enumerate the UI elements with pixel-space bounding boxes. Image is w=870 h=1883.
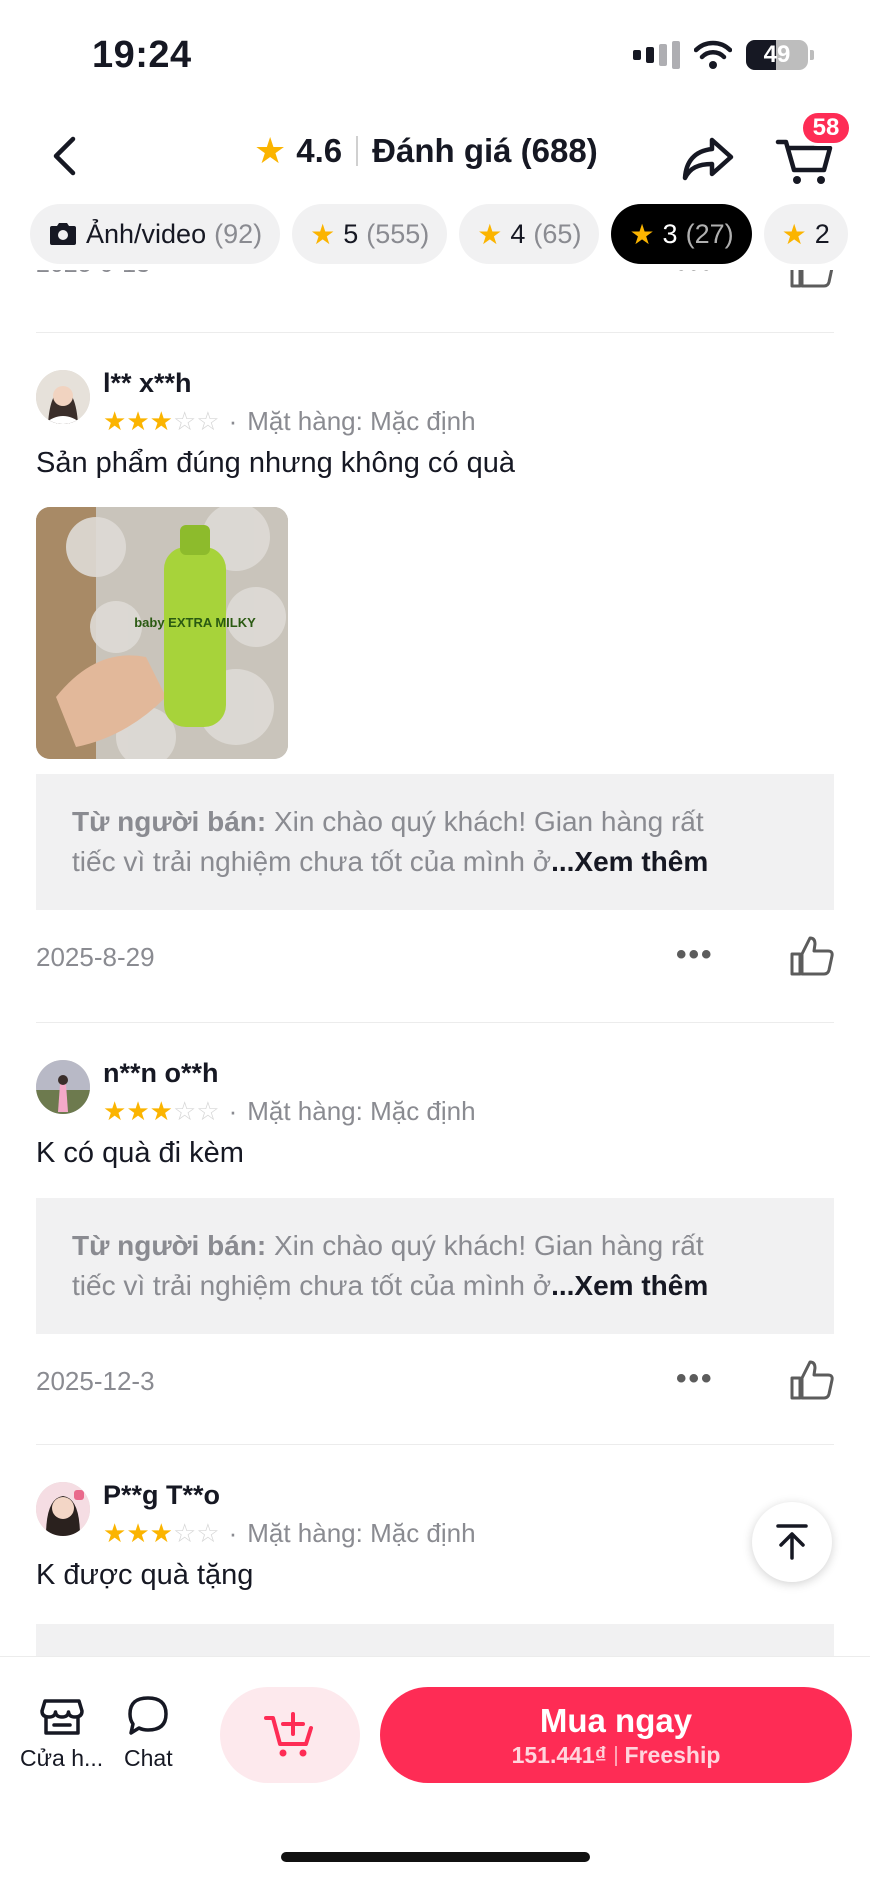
seller-reply: [36, 1624, 834, 1656]
cart-count-badge: 58: [800, 110, 852, 146]
filter-photo-video[interactable]: Ảnh/video (92): [30, 204, 281, 264]
share-button[interactable]: [680, 130, 736, 186]
chat-button[interactable]: Chat: [124, 1693, 173, 1772]
avatar[interactable]: [36, 370, 90, 424]
shipping-label: Freeship: [624, 1741, 721, 1768]
star-icon: ★: [254, 130, 287, 171]
review-rating-row: ★ ★ ★ ☆ ☆ · Mặt hàng: Mặc định: [103, 1096, 476, 1126]
review-text: Sản phẩm đúng nhưng không có quà: [36, 447, 515, 479]
buy-now-label: Mua ngay: [539, 1701, 693, 1739]
add-to-cart-button[interactable]: [220, 1687, 360, 1783]
seller-reply: Từ người bán: Xin chào quý khách! Gian h…: [36, 1198, 834, 1334]
back-button[interactable]: [40, 132, 88, 180]
filter-count: (65): [533, 218, 582, 249]
seller-reply-text-2: tiếc vì trải nghiệm chưa tốt của mình ở: [72, 1270, 552, 1301]
header: ★ 4.6 Đánh giá (688) 58: [0, 110, 870, 202]
scroll-to-top-button[interactable]: [752, 1502, 832, 1582]
filter-2-star[interactable]: ★ 2: [763, 204, 848, 264]
shop-icon: [39, 1699, 84, 1735]
like-icon[interactable]: [788, 270, 836, 292]
rating-filter-bar: Ảnh/video (92) ★ 5 (555) ★ 4 (65) ★ 3 (2…: [30, 204, 848, 264]
avatar[interactable]: [36, 1482, 90, 1536]
star-rating: ★ ★ ★ ☆ ☆: [103, 406, 220, 436]
filter-count: (27): [685, 218, 734, 249]
status-time: 19:24: [92, 34, 192, 76]
review-rating-row: ★ ★ ★ ☆ ☆ · Mặt hàng: Mặc định: [103, 1518, 476, 1548]
review-date: 2025-8-29: [36, 942, 155, 972]
filter-3-star[interactable]: ★ 3 (27): [611, 204, 752, 264]
seller-reply-text-2: tiếc vì trải nghiệm chưa tốt của mình ở: [72, 846, 552, 877]
product-variant: Mặt hàng: Mặc định: [247, 1518, 476, 1548]
filter-label: 5: [343, 218, 359, 249]
product-label: baby EXTRA MILKY: [134, 615, 256, 630]
previous-review-date: 2025-9-13: [36, 270, 150, 279]
star-icon: ★: [310, 218, 336, 250]
star-icon: ★: [477, 218, 503, 250]
chat-icon: [128, 1696, 169, 1735]
seller-reply: Từ người bán: Xin chào quý khách! Gian h…: [36, 774, 834, 910]
battery-icon: 49: [746, 40, 808, 70]
review-date: 2025-12-3: [36, 1366, 155, 1396]
home-indicator: [281, 1852, 590, 1862]
buy-now-subtitle: 151.441₫ Freeship: [512, 1742, 721, 1769]
review-rating-row: ★ ★ ★ ☆ ☆ · Mặt hàng: Mặc định: [103, 406, 476, 436]
seller-reply-label: Từ người bán:: [72, 806, 267, 837]
wifi-icon: [694, 40, 732, 69]
review-text: K có quà đi kèm: [36, 1137, 244, 1169]
review-photo[interactable]: baby EXTRA MILKY: [36, 507, 288, 759]
status-bar: 19:24 49: [0, 0, 870, 110]
seller-reply-text: Xin chào quý khách! Gian hàng rất: [266, 806, 704, 837]
filter-label: Ảnh/video: [86, 218, 207, 249]
seller-reply-label: Từ người bán:: [72, 1230, 267, 1261]
filter-4-star[interactable]: ★ 4 (65): [459, 204, 600, 264]
signal-icon: [633, 41, 680, 69]
filter-count: (92): [214, 218, 263, 249]
more-options-button[interactable]: •••: [676, 938, 714, 972]
filter-label: 2: [814, 218, 830, 249]
more-options-button[interactable]: •••: [676, 1362, 714, 1396]
more-options-button[interactable]: •••: [676, 270, 714, 284]
filter-label: 3: [662, 218, 678, 249]
product-variant: Mặt hàng: Mặc định: [247, 406, 476, 436]
like-icon[interactable]: [788, 932, 836, 980]
review-list[interactable]: 2025-9-13 ••• l** x**h ★★★☆☆ · Mặt hàng:…: [0, 270, 870, 1656]
price: 151.441₫: [511, 1741, 607, 1768]
filter-label: 4: [510, 218, 526, 249]
star-icon: ★: [629, 218, 655, 250]
chat-label: Chat: [124, 1745, 173, 1771]
reviewer-name: P**g T**o: [103, 1480, 221, 1510]
like-icon[interactable]: [788, 1356, 836, 1404]
chevron-left-icon: [53, 136, 76, 176]
shop-label: Cửa h...: [20, 1745, 104, 1771]
star-icon: ★: [781, 218, 807, 250]
star-rating: ★ ★ ★ ☆ ☆: [103, 1096, 220, 1126]
review-text: K được quà tặng: [36, 1559, 254, 1591]
star-rating: ★ ★ ★ ☆ ☆: [103, 1518, 220, 1548]
see-more-link[interactable]: ...Xem thêm: [551, 1270, 708, 1301]
arrow-up-icon: [776, 1524, 808, 1560]
shop-button[interactable]: Cửa h...: [20, 1693, 103, 1772]
see-more-link[interactable]: ...Xem thêm: [551, 846, 708, 877]
status-icons: 49: [633, 40, 814, 70]
filter-5-star[interactable]: ★ 5 (555): [292, 204, 448, 264]
seller-reply-text: Xin chào quý khách! Gian hàng rất: [266, 1230, 704, 1261]
product-variant: Mặt hàng: Mặc định: [247, 1096, 476, 1126]
cart-plus-icon: [264, 1712, 313, 1757]
camera-icon: [50, 223, 76, 245]
filter-count: (555): [366, 218, 430, 249]
share-icon: [682, 137, 734, 181]
reviewer-name: n**n o**h: [103, 1058, 219, 1088]
bottom-action-bar: Cửa h... Chat Mua ngay 151.441₫ Freeship: [0, 1656, 870, 1883]
reviewer-name: l** x**h: [103, 368, 192, 398]
page-title: ★ 4.6 Đánh giá (688): [254, 130, 598, 172]
buy-now-button[interactable]: Mua ngay 151.441₫ Freeship: [380, 1687, 852, 1783]
avatar[interactable]: [36, 1060, 90, 1114]
average-rating: 4.6: [296, 132, 343, 169]
reviews-title: Đánh giá (688): [372, 132, 598, 169]
battery-level: 49: [763, 41, 791, 68]
